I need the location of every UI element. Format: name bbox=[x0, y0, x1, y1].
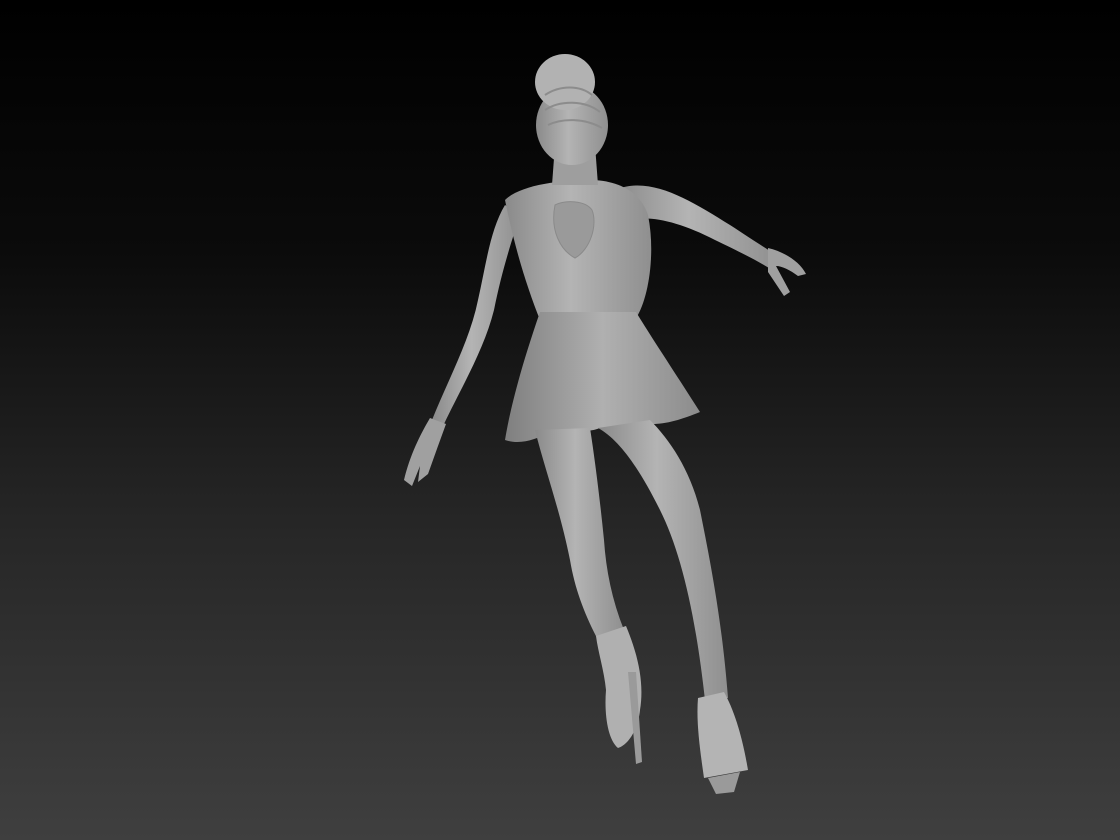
model-skirt bbox=[505, 312, 700, 443]
model-left-arm bbox=[432, 205, 520, 424]
3d-viewport[interactable] bbox=[0, 0, 1120, 840]
model-left-hand bbox=[404, 418, 446, 486]
model-right-hand bbox=[768, 248, 806, 296]
model-hair-bun bbox=[535, 54, 595, 110]
model-right-skate bbox=[697, 692, 748, 778]
figure-skater-model[interactable] bbox=[0, 0, 1120, 840]
model-left-leg bbox=[535, 428, 624, 640]
